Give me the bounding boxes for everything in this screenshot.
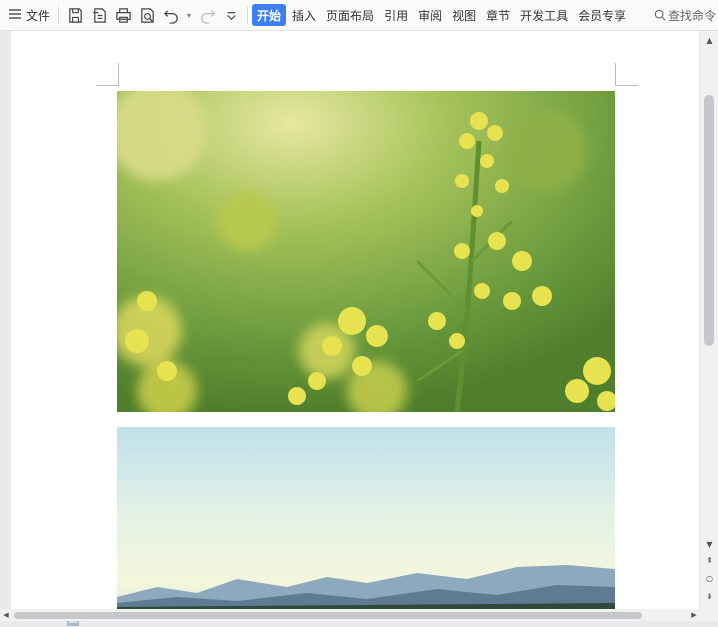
- search-icon: [654, 9, 666, 21]
- export-pdf-button[interactable]: [88, 4, 110, 26]
- command-search-label: 查找命令: [667, 8, 716, 23]
- tab-developer-tools[interactable]: 开发工具: [516, 4, 572, 26]
- scroll-down-icon[interactable]: ▼: [701, 537, 718, 551]
- previous-page-icon[interactable]: ⇞: [701, 553, 718, 567]
- export-pdf-icon: [92, 7, 106, 23]
- tab-insert[interactable]: 插入: [288, 4, 320, 26]
- redo-button[interactable]: [196, 4, 218, 26]
- vertical-scrollbar[interactable]: ▲ ▼ ⇞ ○ ⇟: [701, 31, 718, 609]
- document-workspace[interactable]: ▾: [0, 31, 701, 626]
- print-preview-button[interactable]: [136, 4, 158, 26]
- save-button[interactable]: [64, 4, 86, 26]
- toolbar-divider: [58, 6, 60, 24]
- redo-icon: [200, 9, 215, 24]
- print-icon: [115, 7, 131, 23]
- tab-references[interactable]: 引用: [380, 4, 412, 26]
- undo-icon: [163, 9, 178, 24]
- horizontal-scrollbar-thumb[interactable]: [14, 612, 642, 619]
- rapeseed-flowers-image[interactable]: [117, 91, 615, 412]
- page-margin-corner-top-left: [96, 63, 119, 86]
- quick-access-more-button[interactable]: [220, 4, 242, 26]
- more-icon: [226, 11, 236, 20]
- next-page-icon[interactable]: ⇟: [701, 589, 718, 603]
- tab-member-exclusive[interactable]: 会员专享: [574, 4, 630, 26]
- menu-icon: [8, 8, 22, 23]
- vertical-scrollbar-thumb[interactable]: [704, 95, 714, 346]
- tab-view[interactable]: 视图: [448, 4, 480, 26]
- scroll-up-icon[interactable]: ▲: [701, 33, 718, 47]
- tab-review[interactable]: 审阅: [414, 4, 446, 26]
- document-page[interactable]: ▾: [11, 31, 699, 626]
- undo-button[interactable]: [160, 4, 182, 26]
- horizontal-scrollbar[interactable]: ◀ ▶: [0, 609, 718, 621]
- print-button[interactable]: [112, 4, 134, 26]
- select-browse-object-icon[interactable]: ○: [701, 571, 718, 585]
- toolbar-divider: [247, 6, 249, 24]
- page-margin-corner-top-right: [615, 63, 638, 86]
- file-menu-label: 文件: [26, 8, 51, 23]
- tab-home[interactable]: 开始: [252, 4, 287, 26]
- print-preview-icon: [140, 7, 154, 23]
- mountain-landscape-image[interactable]: [117, 427, 615, 609]
- command-search[interactable]: 查找命令: [654, 7, 718, 24]
- tab-page-layout[interactable]: 页面布局: [322, 4, 378, 26]
- save-icon: [68, 7, 82, 23]
- ribbon-toolbar: 文件 ▾ 开始 插入 页面布局 引用 审阅 视图 章节 开发工具 会员专享 查找…: [0, 0, 718, 31]
- file-menu-button[interactable]: 文件: [4, 4, 54, 26]
- scroll-right-icon[interactable]: ▶: [688, 609, 700, 621]
- tab-section[interactable]: 章节: [482, 4, 514, 26]
- scroll-left-icon[interactable]: ◀: [0, 609, 12, 621]
- undo-dropdown-chevron-down-icon[interactable]: ▾: [183, 4, 195, 26]
